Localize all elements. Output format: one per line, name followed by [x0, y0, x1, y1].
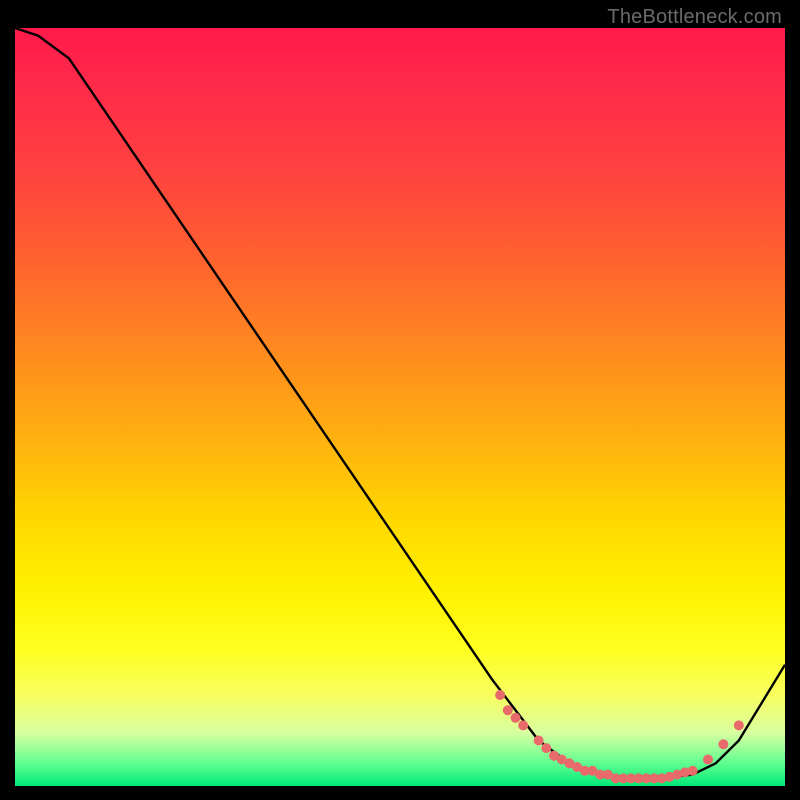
highlight-markers [495, 690, 744, 783]
highlight-dot [688, 766, 698, 776]
highlight-dot [503, 705, 513, 715]
highlight-dot [541, 743, 551, 753]
highlight-dot [534, 736, 544, 746]
chart-svg [15, 28, 785, 786]
highlight-dot [495, 690, 505, 700]
highlight-dot [511, 713, 521, 723]
watermark-text: TheBottleneck.com [607, 6, 782, 29]
highlight-dot [703, 755, 713, 765]
bottleneck-curve-line [15, 28, 785, 778]
chart-plot-area [15, 28, 785, 786]
highlight-dot [518, 720, 528, 730]
highlight-dot [718, 739, 728, 749]
highlight-dot [734, 720, 744, 730]
